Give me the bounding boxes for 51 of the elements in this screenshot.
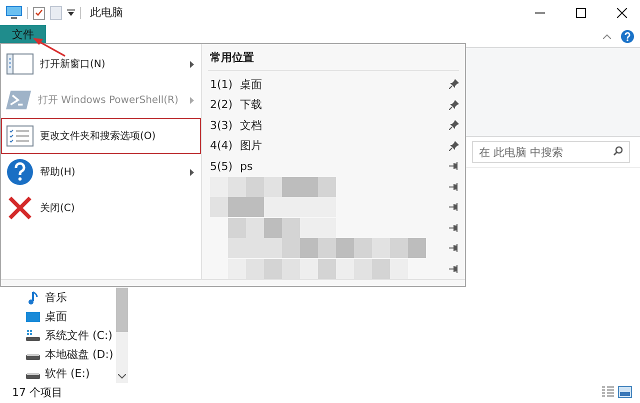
section-header: 常用位置 (208, 44, 459, 71)
submenu-arrow-icon (190, 168, 194, 176)
pin-icon[interactable] (449, 140, 459, 151)
pin-icon[interactable] (449, 203, 459, 212)
nav-item[interactable]: 软件 (E:) (0, 364, 116, 383)
maximize-icon (576, 8, 586, 18)
recent-place[interactable]: 1(1) 桌面 (208, 74, 459, 94)
arrow (32, 37, 66, 58)
pin-icon[interactable] (449, 79, 459, 90)
pin-icon[interactable] (449, 162, 459, 170)
desktop-icon (26, 310, 40, 322)
computer-icon[interactable] (6, 6, 22, 20)
details-view-icon[interactable] (602, 386, 614, 398)
pin-icon[interactable] (449, 244, 459, 252)
recent-place[interactable]: 5(5) ps (208, 156, 459, 176)
recent-place[interactable]: 2(2) 下载 (208, 94, 459, 115)
checklist-icon (6, 125, 34, 147)
nav-item[interactable]: 音乐 (0, 288, 116, 307)
search-field[interactable]: 在 此电脑 中搜索 (472, 141, 630, 163)
recent-place[interactable]: 4(4) 图片 (208, 136, 459, 156)
nav-item[interactable]: 桌面 (0, 307, 116, 326)
menu-item[interactable]: 帮助(H) (1, 154, 201, 190)
help-icon (6, 158, 34, 186)
menu-item[interactable]: 更改文件夹和搜索选项(O) (1, 118, 201, 154)
submenu-arrow-icon (190, 96, 194, 104)
help-icon[interactable] (621, 30, 634, 42)
pin-icon[interactable] (449, 120, 459, 130)
chevron-down-icon[interactable] (118, 374, 126, 379)
submenu-arrow-icon (190, 60, 194, 68)
music-note-icon (26, 290, 40, 304)
terminal-icon (6, 89, 32, 111)
window-title: 此电脑 (90, 5, 123, 20)
window-icon (6, 53, 34, 75)
item-count: 17 个项目 (12, 384, 62, 400)
close-icon (6, 196, 34, 220)
nav-item[interactable]: 本地磁盘 (D:) (0, 345, 116, 364)
menu-item[interactable]: 关闭(C) (1, 190, 201, 226)
collapse-ribbon-icon[interactable] (603, 34, 611, 38)
nav-item[interactable]: 系统文件 (C:) (0, 326, 116, 345)
search-icon[interactable] (613, 146, 623, 156)
dropdown-icon[interactable] (67, 8, 75, 16)
pin-icon[interactable] (449, 264, 459, 273)
close-icon (617, 8, 627, 18)
pin-icon[interactable] (449, 100, 459, 110)
pin-icon[interactable] (449, 224, 459, 232)
menu-item[interactable]: 打开新窗口(N) (1, 46, 201, 82)
large-icons-view-icon[interactable] (618, 386, 632, 398)
file-tab[interactable]: 文件 (0, 25, 46, 43)
recent-place[interactable]: 3(3) 文档 (208, 115, 459, 136)
pin-icon[interactable] (449, 182, 459, 191)
drive-icon (26, 330, 40, 342)
